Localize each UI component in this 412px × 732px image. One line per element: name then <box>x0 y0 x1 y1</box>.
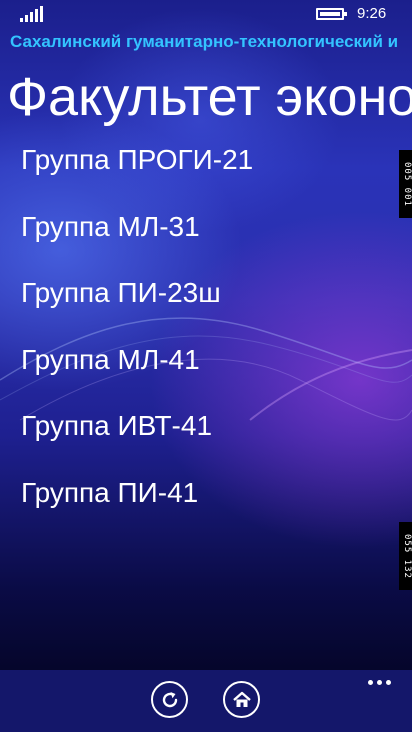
page-title: Факультет эконо <box>7 67 412 127</box>
home-button[interactable] <box>223 681 260 718</box>
app-bar <box>0 670 412 732</box>
signal-icon <box>20 6 46 22</box>
list-item[interactable]: Группа ИВТ-41 <box>21 408 253 475</box>
list-item[interactable]: Группа ПИ-41 <box>21 475 253 542</box>
status-bar: 9:26 <box>0 0 412 30</box>
list-item[interactable]: Группа МЛ-31 <box>21 209 253 276</box>
home-icon <box>232 691 251 707</box>
edge-label: 005 001 <box>399 150 412 218</box>
status-time: 9:26 <box>357 5 387 22</box>
battery-icon <box>316 8 347 20</box>
list-item[interactable]: Группа ПИ-23ш <box>21 275 253 342</box>
refresh-button[interactable] <box>151 681 188 718</box>
app-subtitle: Сахалинский гуманитарно-технологический … <box>10 32 399 51</box>
more-icon[interactable] <box>368 676 394 688</box>
list-item[interactable]: Группа ПРОГИ-21 <box>21 142 253 209</box>
group-list: Группа ПРОГИ-21 Группа МЛ-31 Группа ПИ-2… <box>21 142 253 541</box>
refresh-icon <box>162 691 177 707</box>
edge-label: 055 132 <box>399 522 412 590</box>
list-item[interactable]: Группа МЛ-41 <box>21 342 253 409</box>
